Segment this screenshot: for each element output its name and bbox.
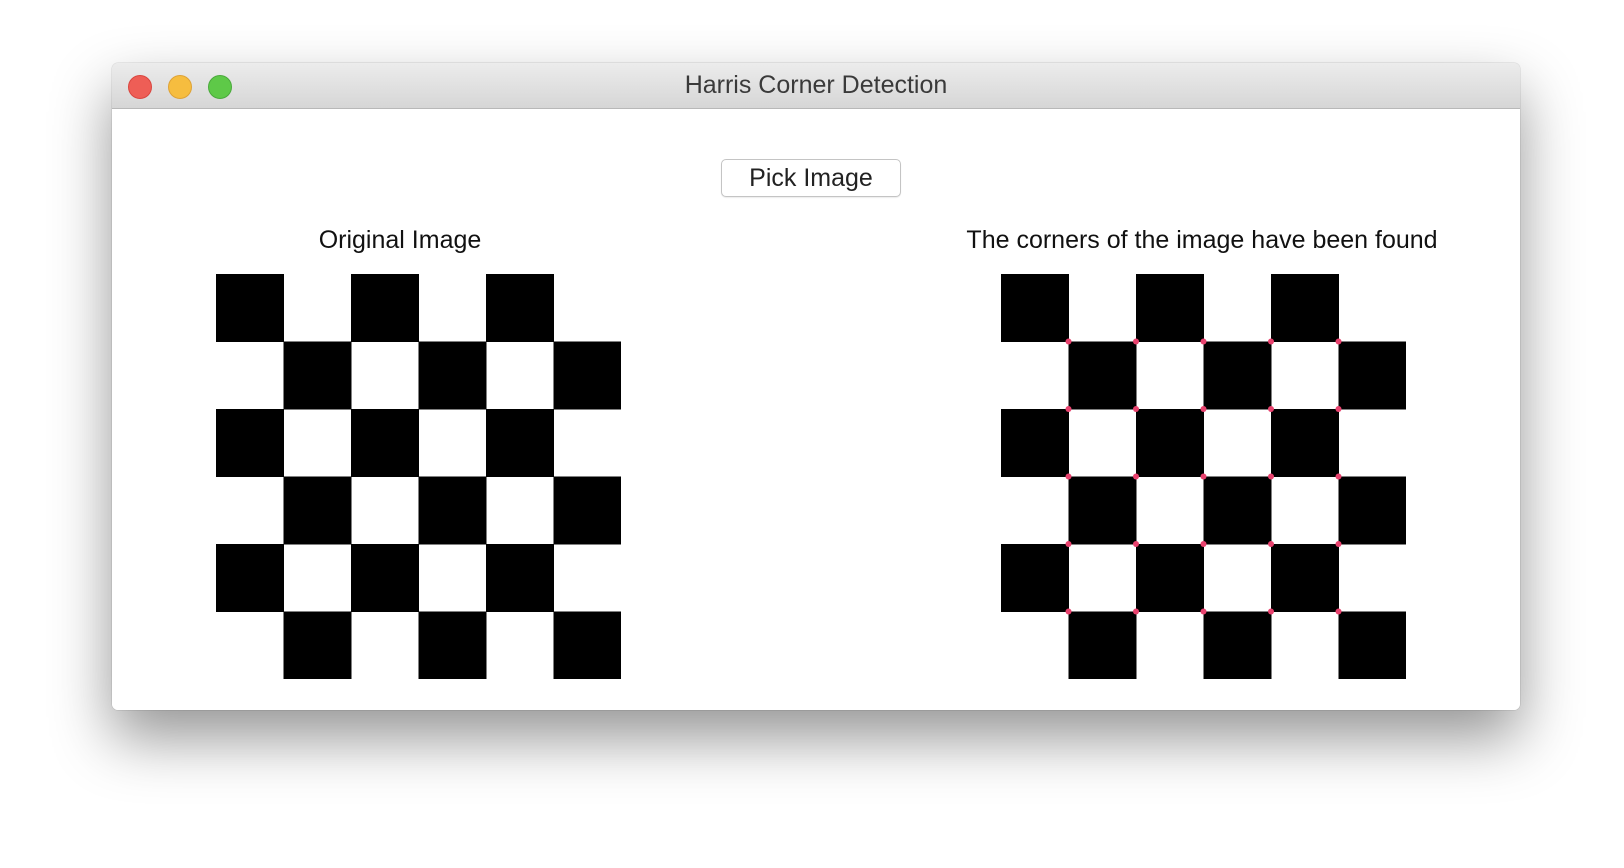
checker-square (1068, 476, 1137, 545)
corner-marker (1335, 608, 1342, 615)
corner-marker (1065, 406, 1072, 412)
corner-marker (1268, 338, 1274, 345)
result-image-label: The corners of the image have been found (966, 226, 1438, 254)
corner-marker (1200, 406, 1207, 412)
checker-square (351, 544, 419, 612)
checker-square (1136, 544, 1204, 612)
corner-marker (1268, 406, 1274, 412)
corner-marker (1335, 406, 1342, 412)
corner-marker (1335, 473, 1342, 480)
checker-square (283, 611, 352, 679)
corner-marker (1200, 541, 1207, 547)
corner-marker (1133, 608, 1139, 615)
original-image-label: Original Image (318, 226, 482, 254)
corner-marker (1268, 541, 1274, 547)
corner-marker (1268, 608, 1274, 615)
checker-square (1001, 544, 1069, 612)
checker-square (1271, 544, 1339, 612)
checker-square (1271, 409, 1339, 477)
checker-square (1271, 274, 1339, 342)
checker-square (1203, 341, 1272, 410)
checker-square (486, 409, 554, 477)
corner-marker (1335, 541, 1342, 547)
corner-marker (1200, 338, 1207, 345)
corner-marker (1133, 338, 1139, 345)
checker-square (283, 476, 352, 545)
corner-marker (1133, 473, 1139, 480)
original-image (216, 274, 621, 679)
corner-marker (1065, 338, 1072, 345)
corner-marker (1065, 473, 1072, 480)
checker-square (1338, 611, 1406, 679)
checker-square (283, 341, 352, 410)
corner-marker (1335, 338, 1342, 345)
checker-square (1338, 341, 1406, 410)
corner-marker (1200, 473, 1207, 480)
checker-square (1068, 341, 1137, 410)
title-bar[interactable]: Harris Corner Detection (112, 63, 1520, 109)
checker-square (1001, 274, 1069, 342)
pick-image-button[interactable]: Pick Image (721, 159, 901, 197)
main-content: Pick Image Original Image The corners of… (112, 109, 1520, 710)
checker-square (351, 274, 419, 342)
corner-marker (1065, 608, 1072, 615)
checker-square (1001, 409, 1069, 477)
checker-square (486, 274, 554, 342)
checker-square (1203, 476, 1272, 545)
checker-square (216, 274, 284, 342)
corner-marker (1133, 541, 1139, 547)
checker-square (553, 476, 621, 545)
checker-square (418, 611, 487, 679)
corner-marker (1065, 541, 1072, 547)
checker-square (1338, 476, 1406, 545)
corner-detection-result-image (1001, 274, 1406, 679)
corner-marker (1268, 473, 1274, 480)
app-window: Harris Corner Detection Pick Image Origi… (112, 63, 1520, 710)
checker-square (1136, 409, 1204, 477)
checker-square (418, 476, 487, 545)
corner-marker (1200, 608, 1207, 615)
checker-square (1203, 611, 1272, 679)
checker-square (216, 409, 284, 477)
checker-square (216, 544, 284, 612)
checker-square (553, 611, 621, 679)
checker-square (553, 341, 621, 410)
corner-marker (1133, 406, 1139, 412)
checker-square (418, 341, 487, 410)
checker-square (1136, 274, 1204, 342)
checker-square (486, 544, 554, 612)
window-title: Harris Corner Detection (684, 71, 948, 99)
checker-square (351, 409, 419, 477)
checker-square (1068, 611, 1137, 679)
